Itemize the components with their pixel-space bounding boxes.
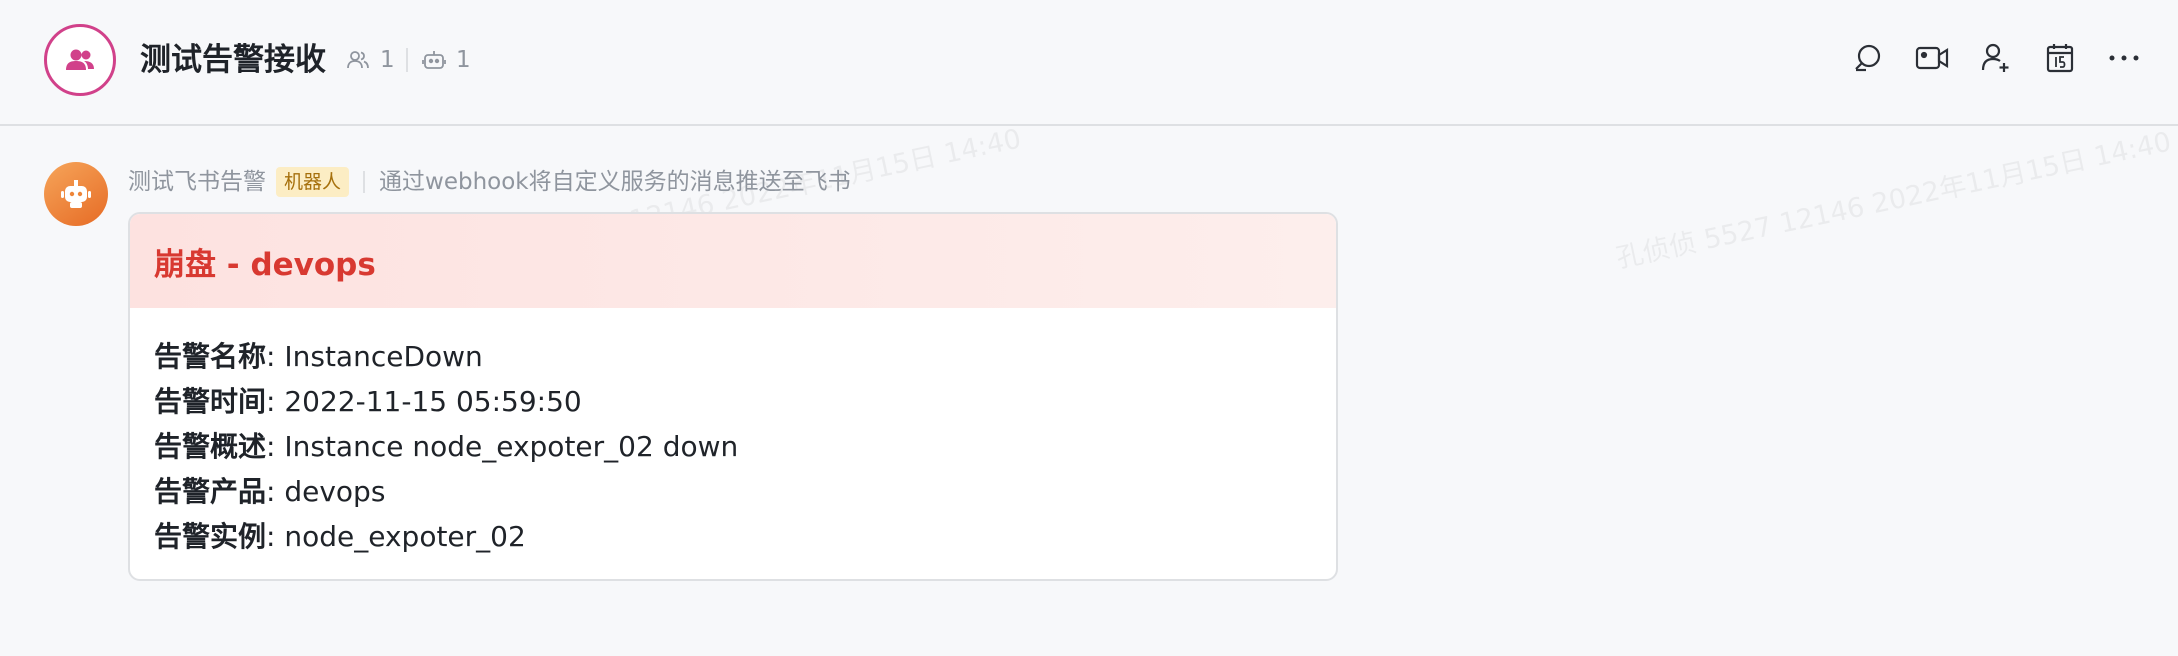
- search-chat-button[interactable]: [1850, 40, 1886, 76]
- group-title: 测试告警接收: [140, 42, 326, 78]
- alert-field-row: 告警产品: devops: [154, 475, 386, 508]
- alert-card: 崩盘 - devops 告警名称: InstanceDown 告警时间: 202…: [128, 212, 1338, 581]
- calendar-button[interactable]: [2042, 40, 2078, 76]
- add-member-icon: [1981, 43, 2009, 72]
- bot-count-value: 1: [456, 47, 471, 73]
- search-chat-icon: [1855, 44, 1881, 72]
- field-label: 告警名称: [154, 340, 267, 373]
- watermark: 孔侦侦 5527 12146 2022年11月15日 14:40: [1613, 126, 2174, 275]
- bot-badge: 机器人: [276, 167, 350, 197]
- chat-header: 测试告警接收 1 1: [0, 0, 2178, 126]
- members-icon: [347, 51, 369, 69]
- member-count[interactable]: 1: [346, 44, 395, 76]
- field-value: node_expoter_02: [284, 520, 526, 553]
- field-label: 告警产品: [154, 475, 267, 508]
- bot-count[interactable]: 1: [422, 44, 471, 76]
- group-avatar[interactable]: [44, 24, 116, 96]
- sender-line: 测试飞书告警 机器人 通过webhook将自定义服务的消息推送至飞书: [128, 166, 851, 198]
- bot-icon: [422, 51, 446, 69]
- more-button[interactable]: [2106, 40, 2142, 76]
- field-label: 告警概述: [154, 430, 267, 463]
- more-icon: [2109, 55, 2139, 61]
- calendar-icon: [2046, 44, 2074, 73]
- field-value: Instance node_expoter_02 down: [284, 430, 739, 463]
- field-label: 告警时间: [154, 385, 267, 418]
- field-value: InstanceDown: [284, 340, 483, 373]
- alert-field-row: 告警时间: 2022-11-15 05:59:50: [154, 385, 582, 418]
- bot-description: 通过webhook将自定义服务的消息推送至飞书: [379, 169, 851, 195]
- sender-name[interactable]: 测试飞书告警: [128, 166, 266, 198]
- field-value: 2022-11-15 05:59:50: [284, 385, 582, 418]
- separator: [363, 171, 366, 193]
- card-body: 告警名称: InstanceDown 告警时间: 2022-11-15 05:5…: [130, 308, 1336, 579]
- robot-avatar-icon: [61, 180, 91, 208]
- member-count-value: 1: [380, 47, 395, 73]
- alert-field-row: 告警名称: InstanceDown: [154, 340, 483, 373]
- add-member-button[interactable]: [1978, 40, 2014, 76]
- group-icon: [66, 49, 94, 70]
- alert-field-row: 告警实例: node_expoter_02: [154, 520, 526, 553]
- bot-avatar[interactable]: [44, 162, 108, 226]
- video-call-button[interactable]: [1914, 40, 1950, 76]
- field-value: devops: [284, 475, 386, 508]
- video-icon: [1915, 46, 1949, 70]
- meta-divider: [406, 48, 408, 72]
- card-header: 崩盘 - devops: [130, 214, 1336, 308]
- card-title: 崩盘 - devops: [154, 246, 376, 283]
- alert-field-row: 告警概述: Instance node_expoter_02 down: [154, 430, 739, 463]
- header-toolbar: [1850, 40, 2142, 76]
- field-label: 告警实例: [154, 520, 267, 553]
